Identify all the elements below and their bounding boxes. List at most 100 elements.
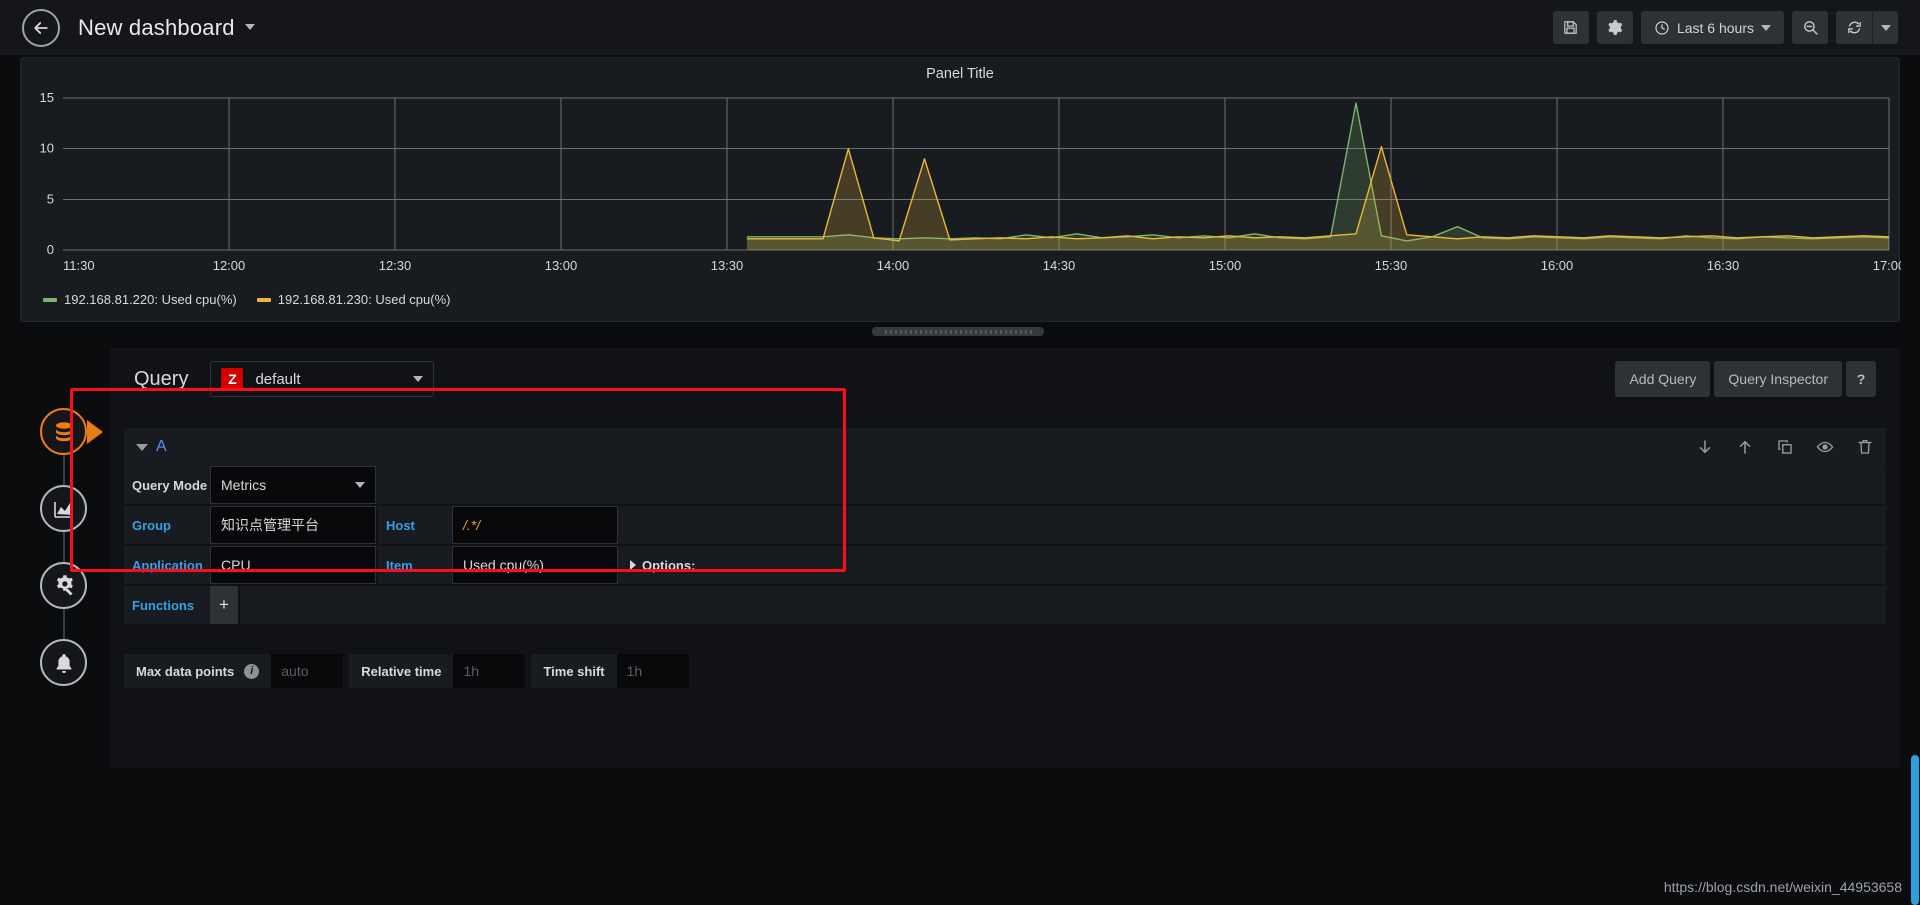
svg-text:12:00: 12:00 [213,258,246,273]
svg-text:12:30: 12:30 [379,258,412,273]
application-value: CPU [221,557,251,573]
refresh-icon [1846,19,1863,36]
query-options-row: Max data points i Relative time Time shi… [124,654,1886,688]
options-label: Options: [642,558,695,573]
trash-icon[interactable] [1856,438,1874,456]
query-mode-select[interactable]: Metrics [210,466,376,504]
svg-text:5: 5 [47,191,54,206]
arrow-up-icon[interactable] [1736,438,1754,456]
time-range-picker[interactable]: Last 6 hours [1641,11,1784,44]
query-row-header: A [124,428,1886,466]
query-row-id[interactable]: A [156,438,167,456]
bell-icon [52,651,76,675]
sidebar-item-general[interactable] [40,562,87,609]
chevron-down-icon[interactable] [245,24,255,30]
svg-text:15: 15 [40,90,54,105]
datasource-name: default [255,371,300,388]
chart-area-icon [52,497,76,521]
refresh-group [1836,11,1898,44]
relative-time-label-wrap: Relative time [349,654,453,688]
svg-text:15:30: 15:30 [1375,258,1408,273]
panel-title[interactable]: Panel Title [21,58,1899,82]
plot-area[interactable]: 05101511:3012:0012:3013:0013:3014:0014:3… [21,86,1901,286]
sidebar-item-alert[interactable] [40,639,87,686]
watermark-text: https://blog.csdn.net/weixin_44953658 [1664,879,1902,895]
query-mode-row: Query Mode Metrics [124,466,1886,504]
svg-text:0: 0 [47,242,54,257]
add-query-button[interactable]: Add Query [1615,361,1710,397]
relative-time-label: Relative time [361,664,441,679]
chevron-down-icon [413,376,423,382]
eye-icon[interactable] [1816,438,1834,456]
clock-icon [1654,20,1670,36]
group-host-row: Group 知识点管理平台 Host /.*/ [124,506,1886,544]
dashboard-settings-button[interactable] [1597,11,1633,44]
panel-resize-handle[interactable] [872,327,1044,336]
save-dashboard-button[interactable] [1553,11,1589,44]
query-editor-header: Query Z default Add Query Query Inspecto… [110,348,1900,410]
gear-icon [1606,19,1623,36]
database-icon [52,420,76,444]
item-input[interactable]: Used cpu(%) [452,546,618,584]
time-shift-group: Time shift [531,654,688,688]
zoom-out-time-button[interactable] [1792,11,1828,44]
refresh-button[interactable] [1836,11,1872,44]
max-data-points-label-wrap: Max data points i [124,654,271,688]
svg-text:14:00: 14:00 [877,258,910,273]
caret-down-icon[interactable] [136,444,148,451]
page-scrollbar-thumb[interactable] [1911,755,1919,905]
max-data-points-input[interactable] [271,654,343,688]
page-scrollbar-track[interactable] [1910,55,1920,903]
host-label: Host [378,506,452,544]
relative-time-group: Relative time [349,654,525,688]
zabbix-query-form: Query Mode Metrics Group 知识点管理平台 Host /.… [124,466,1886,624]
time-range-label: Last 6 hours [1677,20,1754,36]
row-filler [618,506,1886,544]
svg-text:14:30: 14:30 [1043,258,1076,273]
arrow-down-icon[interactable] [1696,438,1714,456]
datasource-picker[interactable]: Z default [210,361,434,397]
time-shift-input[interactable] [617,654,689,688]
svg-text:15:00: 15:00 [1209,258,1242,273]
host-value: /.*/ [463,517,480,533]
page-title[interactable]: New dashboard [78,15,235,41]
timeseries-chart: 05101511:3012:0012:3013:0013:3014:0014:3… [21,86,1901,286]
application-label: Application [124,546,210,584]
magnifier-minus-icon [1802,19,1819,36]
host-input[interactable]: /.*/ [452,506,618,544]
query-row-actions [1696,438,1874,456]
svg-text:17:00: 17:00 [1873,258,1901,273]
row-filler [376,466,1886,504]
legend-item[interactable]: 192.168.81.220: Used cpu(%) [43,292,237,307]
chevron-down-icon [1761,25,1771,31]
query-inspector-button[interactable]: Query Inspector [1714,361,1842,397]
back-button[interactable] [22,9,60,47]
sidebar-item-visualization[interactable] [40,485,87,532]
options-toggle[interactable]: Options: [618,546,1886,584]
query-mode-value: Metrics [221,477,266,493]
caret-right-icon [630,560,636,570]
refresh-interval-dropdown[interactable] [1872,11,1898,44]
legend-label: 192.168.81.220: Used cpu(%) [64,292,237,307]
chevron-down-icon [1881,25,1891,31]
help-button[interactable]: ? [1846,361,1876,397]
svg-text:10: 10 [40,141,54,156]
save-floppy-icon [1562,19,1579,36]
add-function-button[interactable]: + [210,586,238,624]
time-shift-label-wrap: Time shift [531,654,616,688]
graph-panel: Panel Title 05101511:3012:0012:3013:0013… [20,57,1900,322]
legend-item[interactable]: 192.168.81.230: Used cpu(%) [257,292,451,307]
copy-icon[interactable] [1776,438,1794,456]
query-mode-label: Query Mode [124,466,210,504]
editor-tabs-sidebar [18,408,86,688]
sidebar-item-queries[interactable] [40,408,87,455]
item-value: Used cpu(%) [463,557,544,573]
group-input[interactable]: 知识点管理平台 [210,506,376,544]
application-input[interactable]: CPU [210,546,376,584]
relative-time-input[interactable] [453,654,525,688]
chevron-down-icon [355,482,365,488]
info-icon[interactable]: i [244,664,259,679]
svg-text:11:30: 11:30 [63,258,95,273]
chart-legend: 192.168.81.220: Used cpu(%) 192.168.81.2… [43,292,450,307]
max-data-points-label: Max data points [136,664,234,679]
